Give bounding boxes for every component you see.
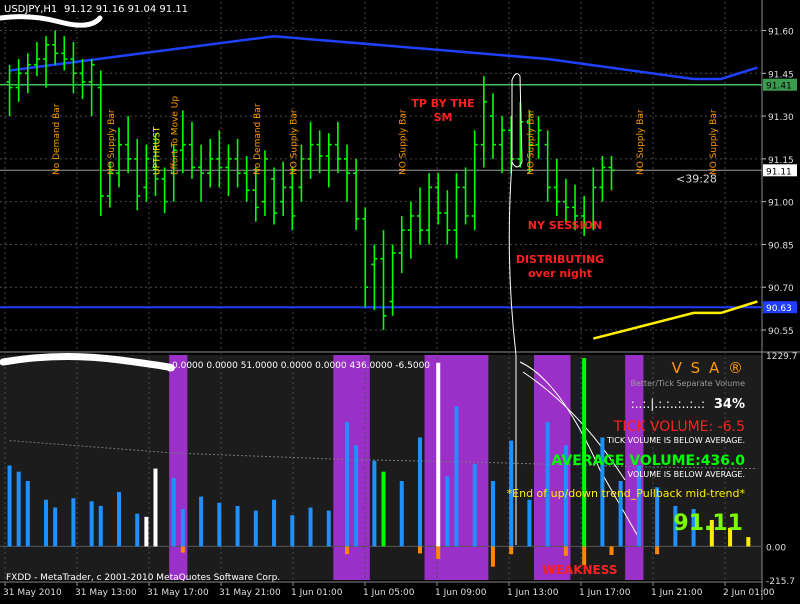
volume-bar-negative	[436, 546, 441, 559]
time-tick-label: 1 Jun 21:00	[651, 588, 703, 598]
time-tick-label: 31 May 2010	[3, 588, 62, 598]
volume-bar	[527, 499, 532, 547]
volume-bar-negative	[655, 546, 660, 555]
vsa-signal-label: NO Supply Bar	[399, 109, 409, 175]
indicator-values: 0.0000 0.0000 51.0000 0.0000 0.0000 436.…	[172, 361, 430, 371]
volume-bar	[490, 481, 495, 547]
price-tick-label: 91.30	[768, 113, 794, 123]
trend-note: *End of up/down trend_Pullback mid-trend…	[507, 487, 746, 500]
volume-bar	[399, 481, 404, 547]
price-tick-label: 90.55	[768, 327, 794, 337]
vsa-signal-label: NO Supply Bar	[107, 109, 117, 175]
blue-level-label: 90.63	[766, 304, 792, 314]
volume-bar	[354, 445, 359, 547]
volume-tick-label: -215.7	[766, 577, 795, 587]
volume-bar-negative	[345, 546, 350, 555]
volume-bar	[746, 537, 751, 547]
vsa-subtitle: Better/Tick Separate Volume	[630, 379, 745, 388]
vsa-signal-label: NO Supply Bar	[709, 109, 719, 175]
chart-canvas: 91.6091.4591.3091.1591.0090.8590.7090.55…	[0, 0, 800, 600]
vsa-signal-label: No Demand Bar	[253, 103, 263, 175]
volume-bar	[71, 498, 76, 547]
volume-bar	[44, 499, 49, 547]
tick-volume-label: TICK VOLUME: -6.5	[613, 419, 745, 435]
volume-bar	[290, 515, 295, 547]
volume-bar	[117, 491, 122, 547]
time-tick-label: 1 Jun 09:00	[435, 588, 487, 598]
volume-bar	[16, 471, 21, 547]
mt4-chart: 91.60 91.45 91.30 91.15 91.00 90.85 90.70 90.55…	[0, 0, 800, 600]
vsa-signal-label: Effort To Move Up	[171, 96, 181, 175]
price-tick-label: 91.00	[768, 199, 794, 209]
volume-bar	[217, 502, 222, 547]
volume-bar	[381, 471, 386, 547]
time-tick-label: 31 May 13:00	[75, 588, 137, 598]
price-tick-label: 90.70	[768, 284, 794, 294]
time-tick-label: 1 Jun 13:00	[507, 588, 559, 598]
annotation-line1: DISTRIBUTING	[516, 253, 604, 266]
vsa-signal-label: UPTHRUST	[152, 126, 162, 175]
vsa-percent: 34%	[714, 397, 745, 412]
volume-bar	[345, 421, 350, 547]
volume-bar	[144, 516, 149, 547]
time-tick-label: 31 May 17:00	[147, 588, 209, 598]
volume-bar	[417, 437, 422, 547]
time-tick-label: 1 Jun 17:00	[579, 588, 631, 598]
green-level-label: 91.41	[766, 82, 792, 92]
annotation-line2: over night	[528, 267, 592, 280]
volume-bar	[89, 501, 94, 547]
price-tick-label: 91.60	[768, 28, 794, 38]
vsa-signal-label: NO Supply Bar	[526, 109, 536, 175]
volume-bar	[171, 477, 176, 547]
volume-bar	[454, 406, 459, 547]
volume-bar	[25, 481, 30, 547]
time-tick-label: 2 Jun 01:00	[723, 588, 775, 598]
volume-bar	[545, 421, 550, 547]
vsa-signal-label: NO Supply Bar	[289, 109, 299, 175]
vsa-progress: :..:.|.:.:..:..:..:	[631, 397, 705, 411]
average-volume-note: VOLUME IS BELOW AVERAGE.	[628, 470, 745, 479]
volume-bar-negative	[509, 546, 514, 555]
annotation-line1: NY SESSION	[528, 219, 602, 232]
volume-bar	[135, 513, 140, 547]
volume-bar	[199, 496, 204, 547]
annotation-line1: TP BY THE	[411, 97, 474, 110]
vsa-title: V S A ®	[672, 359, 745, 377]
volume-bar	[180, 509, 185, 547]
volume-bar	[326, 510, 331, 547]
vsa-signal-label: NO Supply Bar	[636, 109, 646, 175]
volume-bar	[445, 476, 450, 547]
tick-volume-note: TICK VOLUME IS BELOW AVERAGE.	[606, 436, 745, 445]
volume-bar	[308, 507, 313, 547]
volume-bar	[235, 505, 240, 547]
volume-bar-negative	[609, 546, 614, 555]
volume-bar-negative	[180, 546, 185, 553]
volume-bar	[53, 507, 58, 547]
ohlc-label: 91.12 91.16 91.04 91.11	[64, 4, 188, 15]
volume-bar-negative	[417, 546, 422, 554]
average-volume-label: AVERAGE VOLUME:436.0	[552, 453, 746, 469]
symbol-label: USDJPY,H1	[4, 4, 57, 15]
volume-bar	[153, 468, 158, 547]
volume-bar	[7, 465, 12, 547]
annotation-line2: SM	[434, 111, 453, 124]
volume-bar-negative	[563, 546, 568, 556]
volume-bar	[272, 499, 277, 547]
time-tick-label: 1 Jun 05:00	[363, 588, 415, 598]
volume-tick-label: 1229.7	[766, 352, 798, 362]
time-tick-label: 31 May 21:00	[219, 588, 281, 598]
current-price-label: 91.11	[766, 167, 792, 177]
price-tick-label: 90.85	[768, 241, 794, 251]
vsa-signal-label: No Demand Bar	[52, 103, 62, 175]
vsa-price: 91.11	[673, 511, 743, 536]
volume-tick-label: 0.00	[766, 543, 786, 553]
volume-bar-negative	[490, 546, 495, 567]
volume-bar	[372, 460, 377, 547]
volume-bar	[472, 463, 477, 547]
volume-bar	[436, 362, 441, 547]
weakness-label: WEAKNESS	[542, 563, 617, 577]
time-tick-label: 1 Jun 01:00	[291, 588, 343, 598]
volume-bar	[253, 510, 258, 547]
volume-bar	[98, 505, 103, 547]
